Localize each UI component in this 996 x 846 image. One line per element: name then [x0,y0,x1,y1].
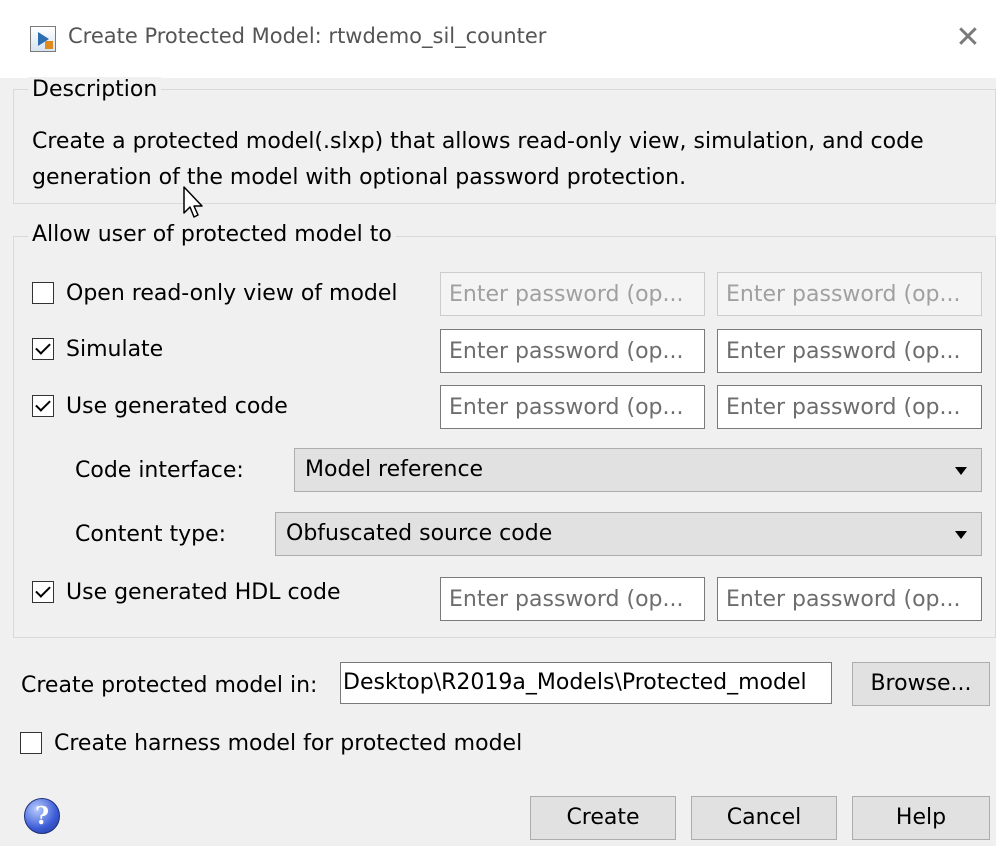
simulate-password-confirm[interactable] [717,329,982,373]
hdl-code-label: Use generated HDL code [66,579,341,605]
generated-code-checkbox[interactable] [32,395,54,417]
generated-code-password-confirm[interactable] [717,385,982,429]
help-icon[interactable]: ? [24,798,60,834]
simulink-app-icon [30,26,56,52]
location-label: Create protected model in: [21,673,318,698]
simulate-label: Simulate [66,336,164,362]
content-type-label: Content type: [75,522,227,547]
content-type-dropdown[interactable]: Obfuscated source code [275,512,982,556]
close-icon[interactable]: ✕ [948,18,988,58]
browse-button[interactable]: Browse... [852,662,990,706]
hdl-code-password[interactable] [440,577,705,621]
create-button[interactable]: Create [530,796,676,840]
harness-checkbox[interactable] [20,732,42,754]
simulate-checkbox[interactable] [32,338,54,360]
option-read-only-view[interactable]: Open read-only view of model [32,275,398,311]
chevron-down-icon [955,531,967,539]
mouse-cursor-icon [183,186,203,218]
read-only-view-password[interactable] [440,272,705,316]
option-use-generated-code[interactable]: Use generated code [32,388,288,424]
help-button[interactable]: Help [852,796,990,840]
window-title: Create Protected Model: rtwdemo_sil_coun… [68,24,547,48]
description-legend: Description [28,77,162,102]
read-only-view-label: Open read-only view of model [66,280,398,306]
allow-legend: Allow user of protected model to [28,222,396,247]
cancel-button[interactable]: Cancel [691,796,837,840]
option-simulate[interactable]: Simulate [32,331,163,367]
code-interface-label: Code interface: [75,458,244,483]
generated-code-password[interactable] [440,385,705,429]
generated-code-label: Use generated code [66,393,288,419]
chevron-down-icon [955,467,967,475]
hdl-code-checkbox[interactable] [32,581,54,603]
read-only-view-checkbox[interactable] [32,282,54,304]
location-input[interactable]: Desktop\R2019a_Models\Protected_model [340,662,832,704]
title-bar: Create Protected Model: rtwdemo_sil_coun… [0,0,996,78]
simulate-password[interactable] [440,329,705,373]
hdl-code-password-confirm[interactable] [717,577,982,621]
content-type-value: Obfuscated source code [286,521,553,546]
code-interface-value: Model reference [305,457,484,482]
read-only-view-password-confirm[interactable] [717,272,982,316]
description-text: Create a protected model(.slxp) that all… [32,129,924,190]
harness-label: Create harness model for protected model [54,730,523,756]
option-use-hdl-code[interactable]: Use generated HDL code [32,574,341,610]
option-create-harness[interactable]: Create harness model for protected model [20,725,522,761]
code-interface-dropdown[interactable]: Model reference [294,448,982,492]
